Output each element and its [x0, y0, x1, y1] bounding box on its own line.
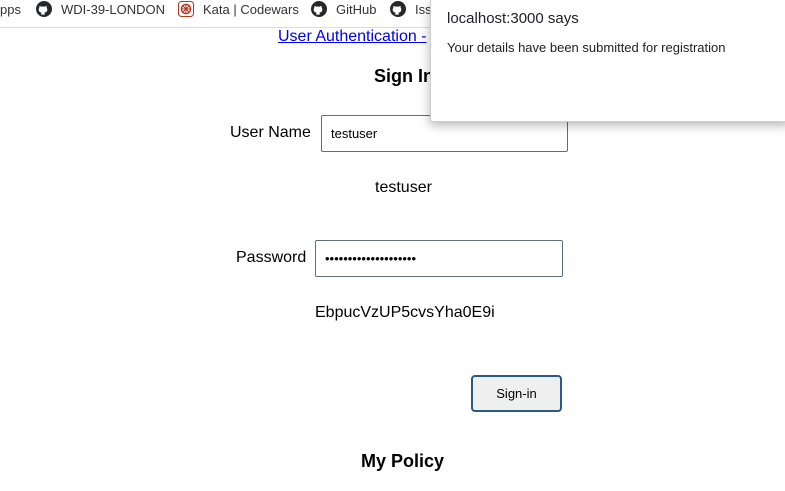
- bookmark-issues[interactable]: Iss: [390, 1, 432, 17]
- username-label: User Name: [230, 124, 311, 141]
- alert-dialog: localhost:3000 says Your details have be…: [430, 0, 785, 122]
- bookmark-apps[interactable]: pps: [0, 1, 21, 17]
- github-icon: [311, 1, 327, 17]
- github-icon: [36, 1, 52, 17]
- password-echo: EbpucVzUP5cvsYha0E9i: [315, 304, 495, 321]
- codewars-icon: [178, 1, 194, 17]
- bookmark-label: Kata | Codewars: [203, 1, 299, 17]
- bookmark-label: GitHub: [336, 1, 377, 17]
- bookmark-label: WDI-39-LONDON: [61, 1, 166, 17]
- bookmark-label: pps: [0, 1, 21, 17]
- bookmark-codewars[interactable]: Kata | Codewars: [178, 1, 299, 17]
- sign-in-button[interactable]: Sign-in: [471, 375, 562, 412]
- sign-in-heading: Sign In: [374, 66, 434, 86]
- username-echo: testuser: [375, 179, 432, 196]
- alert-dialog-message: Your details have been submitted for reg…: [447, 40, 726, 55]
- github-icon: [390, 1, 406, 17]
- password-label: Password: [236, 249, 307, 266]
- policy-heading: My Policy: [361, 451, 445, 471]
- nav-link-user-authentication[interactable]: User Authentication -: [278, 28, 427, 46]
- bookmark-github[interactable]: GitHub: [311, 1, 376, 17]
- password-input[interactable]: [315, 240, 563, 277]
- bookmark-wdi-39-london[interactable]: WDI-39-LONDON: [36, 1, 165, 17]
- alert-dialog-origin: localhost:3000 says: [447, 10, 579, 27]
